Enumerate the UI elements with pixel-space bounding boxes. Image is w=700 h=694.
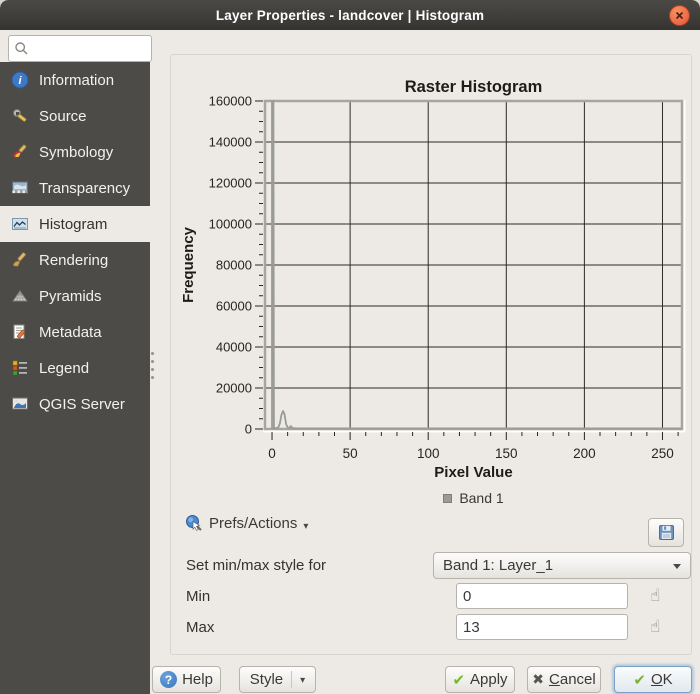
information-icon: i [10,71,30,89]
ok-button[interactable]: ✔ OK [614,666,692,693]
sidebar-item-label: Symbology [39,144,113,161]
check-icon: ✔ [452,671,465,689]
svg-text:100000: 100000 [209,217,252,232]
svg-text:Pixel Value: Pixel Value [434,464,512,481]
svg-text:0: 0 [245,422,252,437]
save-histogram-button[interactable] [648,518,684,547]
svg-text:50: 50 [343,446,358,461]
max-input[interactable] [456,614,628,640]
sidebar-splitter-handle[interactable] [151,352,154,379]
svg-text:100: 100 [417,446,440,461]
prefs-actions-label: Prefs/Actions [209,515,297,532]
cancel-button-label: Cancel [549,671,596,688]
band1-legend-label: Band 1 [459,490,503,506]
sidebar-item-label: QGIS Server [39,396,125,413]
help-button-label: Help [182,671,213,688]
sidebar-item-qgis-server[interactable]: QGIS Server [0,386,150,422]
title-bar[interactable]: Layer Properties - landcover | Histogram [0,0,700,30]
style-dropdown-button[interactable]: Style ▾ [239,666,316,693]
prefs-actions-icon [185,514,203,532]
sidebar-item-symbology[interactable]: Symbology [0,134,150,170]
histogram-icon [10,215,30,233]
apply-button-label: Apply [470,671,508,688]
svg-text:200: 200 [573,446,596,461]
band-select-value: Band 1: Layer_1 [443,557,553,574]
sidebar-item-label: Information [39,72,114,89]
raster-histogram-chart[interactable]: 0 20000 40000 60000 80000 100000 120000 140000 1… [171,55,693,485]
svg-text:60000: 60000 [216,299,252,314]
sidebar-item-transparency[interactable]: Transparency [0,170,150,206]
prefs-actions-button[interactable]: Prefs/Actions ▾ [185,514,308,532]
metadata-icon [10,323,30,341]
svg-text:140000: 140000 [209,135,252,150]
transparency-icon [10,179,30,197]
sidebar-item-label: Source [39,108,87,125]
min-label: Min [186,588,210,605]
sidebar-item-label: Rendering [39,252,108,269]
help-icon: ? [160,671,177,688]
apply-button[interactable]: ✔ Apply [445,666,515,693]
close-button[interactable] [669,5,690,26]
legend-icon [10,359,30,377]
chevron-down-icon [673,564,681,569]
set-minmax-label: Set min/max style for [186,557,326,574]
ok-button-label: OK [651,671,673,688]
sidebar-item-source[interactable]: Source [0,98,150,134]
svg-text:120000: 120000 [209,176,252,191]
symbology-icon [10,143,30,161]
histogram-panel: 0 20000 40000 60000 80000 100000 120000 140000 1… [170,54,692,655]
min-pick-hand-icon[interactable]: ☝ [650,587,660,604]
svg-text:0: 0 [268,446,276,461]
sidebar-item-information[interactable]: i Information [0,62,150,98]
sidebar-item-label: Metadata [39,324,102,341]
sidebar-item-metadata[interactable]: Metadata [0,314,150,350]
sidebar-item-legend[interactable]: Legend [0,350,150,386]
max-label: Max [186,619,214,636]
search-input[interactable] [29,40,139,58]
close-icon [674,10,685,21]
sidebar-item-label: Pyramids [39,288,102,305]
svg-text:20000: 20000 [216,381,252,396]
button-divider [291,671,292,688]
cross-icon: ✖ [532,671,544,688]
sidebar-item-label: Transparency [39,180,130,197]
sidebar-item-label: Legend [39,360,89,377]
help-button[interactable]: ? Help [152,666,221,693]
band-select-dropdown[interactable]: Band 1: Layer_1 [433,552,691,579]
save-icon [657,523,676,542]
sidebar-item-histogram[interactable]: Histogram [0,206,150,242]
svg-text:150: 150 [495,446,518,461]
svg-text:40000: 40000 [216,340,252,355]
layer-properties-dialog: Layer Properties - landcover | Histogram… [0,0,700,694]
sidebar: i Information Source Symb [0,62,150,694]
search-icon [14,41,29,56]
sidebar-item-pyramids[interactable]: Pyramids [0,278,150,314]
style-button-label: Style [250,671,283,688]
min-input[interactable] [456,583,628,609]
window-title: Layer Properties - landcover | Histogram [216,8,484,23]
svg-text:80000: 80000 [216,258,252,273]
svg-text:250: 250 [651,446,674,461]
source-icon [10,107,30,125]
band1-legend-swatch [443,494,452,503]
max-pick-hand-icon[interactable]: ☝ [650,618,660,635]
cancel-button[interactable]: ✖ Cancel [527,666,601,693]
svg-text:160000: 160000 [209,94,252,109]
pyramids-icon [10,287,30,305]
chevron-down-icon: ▾ [300,676,305,686]
chevron-down-icon: ▾ [303,522,308,532]
svg-text:Raster Histogram: Raster Histogram [405,78,543,96]
check-icon: ✔ [633,671,646,689]
sidebar-item-rendering[interactable]: Rendering [0,242,150,278]
chart-legend: Band 1 [265,489,682,507]
sidebar-item-label: Histogram [39,216,107,233]
rendering-icon [10,251,30,269]
qgis-server-icon [10,395,30,413]
search-box[interactable] [8,35,152,62]
svg-text:Frequency: Frequency [180,226,197,303]
